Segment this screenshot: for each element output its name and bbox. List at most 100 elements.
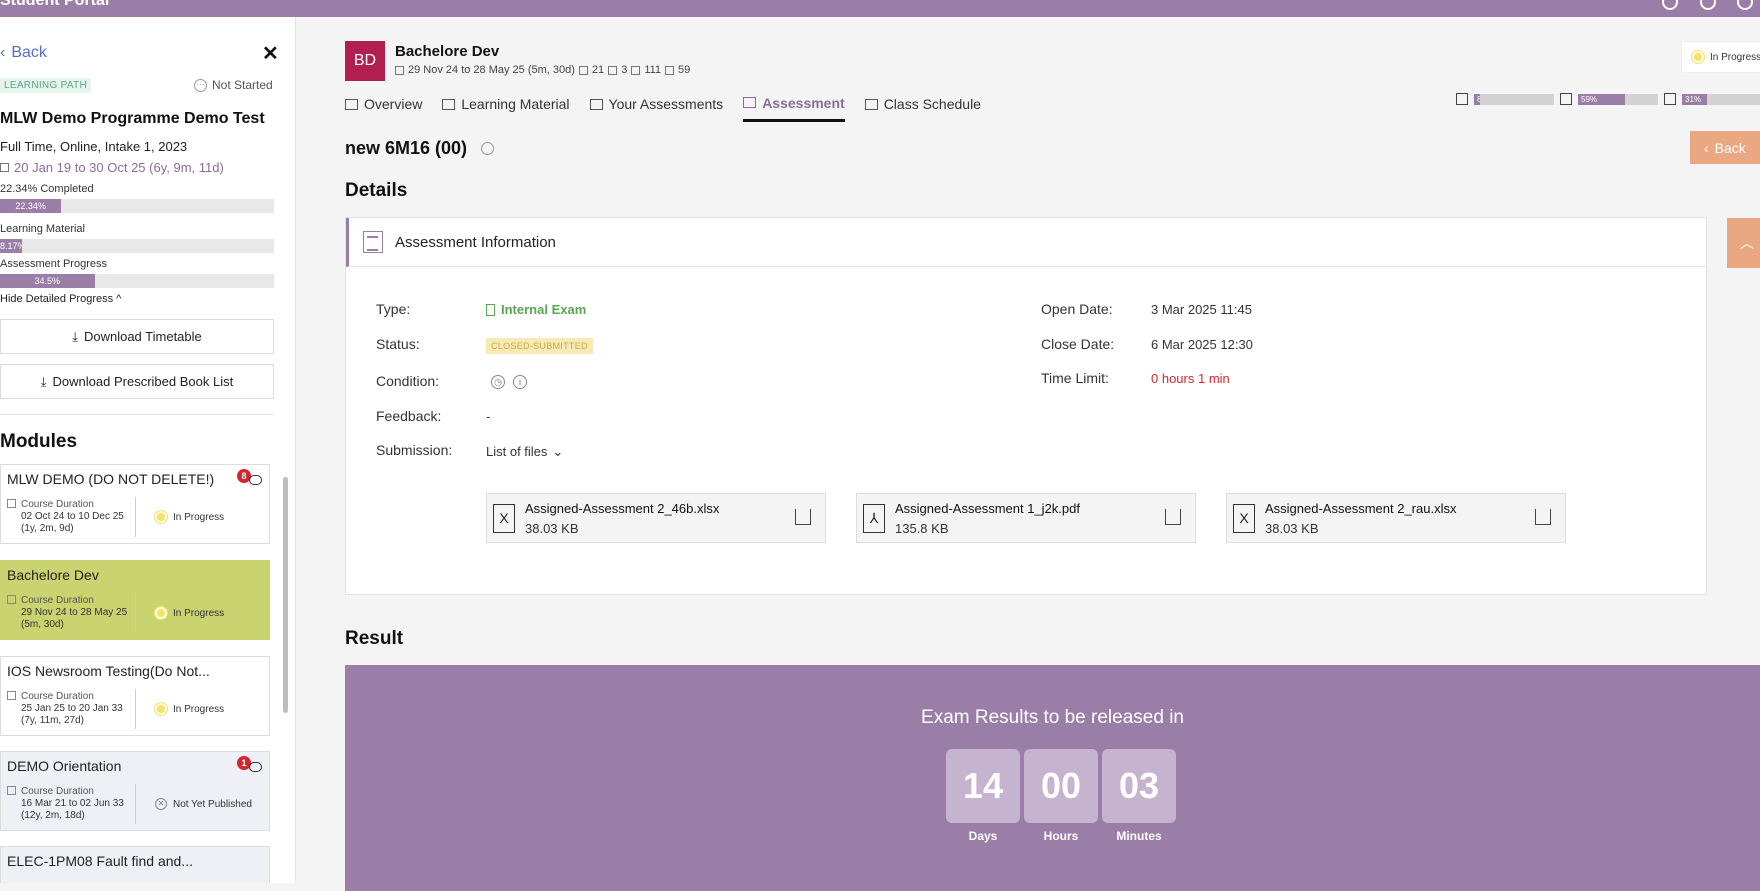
close-sidebar-button[interactable]: ✕ [262,41,279,66]
assessment-progress-bar: 34.5% [0,274,274,288]
result-countdown-title: Exam Results to be released in [921,707,1184,728]
module-title: DEMO Orientation [7,758,122,774]
file-item[interactable]: X Assigned-Assessment 2_rau.xlsx 38.03 K… [1226,493,1566,543]
file-size: 38.03 KB [1265,521,1319,536]
assessment-progress-fill: 34.5% [0,274,95,288]
laptop-icon [864,98,878,110]
chevron-up-icon: ︿ [1740,235,1754,251]
file-name: Assigned-Assessment 1_j2k.pdf [895,501,1080,516]
countdown-hours-label: Hours [1043,829,1079,843]
tab-assessment[interactable]: Assessment [743,92,845,122]
divider [135,593,136,633]
module-title: ELEC-1PM08 Fault find and... [7,853,193,869]
download-icon[interactable] [795,509,811,525]
file-name: Assigned-Assessment 2_46b.xlsx [525,501,720,516]
assessment-title-row: new 6M16 (00) [345,138,495,159]
module-card[interactable]: IOS Newsroom Testing(Do Not... Course Du… [0,656,270,736]
module-title: IOS Newsroom Testing(Do Not... [7,663,210,679]
module-card[interactable]: MLW DEMO (DO NOT DELETE!) 8 Course Durat… [0,464,270,544]
completed-label: 22.34% Completed [0,183,94,195]
result-heading: Result [345,628,404,649]
pdf-file-icon: ⅄ [863,504,885,533]
info-icon[interactable]: i [513,375,527,389]
calendar-icon [7,786,16,795]
programme-subtitle: Full Time, Online, Intake 1, 2023 [0,139,188,154]
help-icon[interactable] [1662,0,1678,10]
learning-material-progress-fill: 8.17% [0,239,23,253]
file-item[interactable]: ⅄ Assigned-Assessment 1_j2k.pdf 135.8 KB [856,493,1196,543]
course-meta: 29 Nov 24 to 28 May 25 (5m, 30d) 21 3 11… [395,64,690,76]
collapse-button[interactable]: ︿ [1727,218,1760,268]
calendar-icon [395,65,404,75]
achievement-progress-bar: 31% [1682,93,1760,105]
module-card[interactable]: ELEC-1PM08 Fault find and... [0,846,270,883]
list-of-files-toggle[interactable]: List of files ⌄ [486,444,563,460]
in-progress-icon [155,511,167,523]
result-countdown-panel: Exam Results to be released in 14 00 03 … [345,665,1760,891]
tab-your-assessments[interactable]: Your Assessments [589,92,723,122]
time-limit-label: Time Limit: [1041,370,1109,386]
chat-icon[interactable] [249,762,262,772]
course-name: Bachelore Dev [395,43,500,60]
assessment-progress-fill: 59% [1578,93,1626,105]
divider [135,784,136,824]
calendar-icon [7,595,16,604]
open-date-value: 3 Mar 2025 11:45 [1151,302,1252,317]
tab-class-schedule[interactable]: Class Schedule [864,92,981,122]
chat-icon[interactable] [249,475,262,485]
in-progress-icon [155,607,167,619]
module-card[interactable]: DEMO Orientation 1 Course Duration 16 Ma… [0,751,270,831]
tab-learning-material[interactable]: Learning Material [442,92,570,122]
status-value: CLOSED-SUBMITTED [486,337,593,354]
module-status: ✕ Not Yet Published [155,798,252,810]
hide-detailed-progress-toggle[interactable]: Hide Detailed Progress ^ [0,293,121,305]
file-item[interactable]: X Assigned-Assessment 2_46b.xlsx 38.03 K… [486,493,826,543]
chevron-down-icon: ⌄ [552,444,564,459]
document-icon [486,303,495,316]
course-avatar: BD [345,41,385,81]
download-icon[interactable] [1165,509,1181,525]
tab-overview[interactable]: Overview [345,92,422,122]
divider [135,689,136,729]
sidebar-scrollbar[interactable] [283,477,288,713]
top-bar: Student Portal [0,0,1760,17]
back-button[interactable]: ‹ Back [1690,131,1760,164]
status-badge: CLOSED-SUBMITTED [486,338,593,354]
download-booklist-button[interactable]: ⤓ Download Prescribed Book List [0,364,274,399]
condition-icons: ◷ i [491,373,535,389]
programme-title: MLW Demo Programme Demo Test [0,110,265,127]
settings-icon[interactable] [1737,0,1753,10]
back-link[interactable]: ‹ Back [0,44,47,62]
module-card-active[interactable]: Bachelore Dev Course Duration 29 Nov 24 … [0,560,270,640]
condition-label: Condition: [376,373,440,389]
checklist-icon [363,231,383,253]
clock-icon[interactable]: ◷ [491,375,505,389]
download-timetable-button[interactable]: ⤓ Download Timetable [0,319,274,354]
books-icon [1456,93,1468,105]
module-title: MLW DEMO (DO NOT DELETE!) [7,471,215,487]
course-duration-label: Course Duration [21,499,94,510]
module-status: In Progress [155,511,224,523]
assessment-icon [743,97,757,108]
module-title: Bachelore Dev [7,567,99,583]
calendar-icon [0,163,9,172]
module-dates: 25 Jan 25 to 20 Jan 33 (7y, 11m, 27d) [21,703,123,726]
list-icon [665,65,675,75]
download-icon: ⤓ [72,328,78,344]
module-status: In Progress [155,607,224,619]
in-progress-icon [1692,51,1704,63]
calendar-icon [7,691,16,700]
course-duration-label: Course Duration [21,786,94,797]
download-icon[interactable] [1535,509,1551,525]
trophy-icon [1664,93,1676,105]
learning-material-label: Learning Material [0,223,85,235]
assessment-info-header: Assessment Information [346,218,1706,267]
not-published-icon: ✕ [155,798,167,810]
feedback-value: - [486,409,491,424]
bell-icon[interactable] [1700,0,1716,10]
submission-label: Submission: [376,442,453,458]
close-date-value: 6 Mar 2025 12:30 [1151,337,1253,352]
sidebar: ‹ Back ✕ LEARNING PATH ··· Not Started MLW… [0,17,296,883]
countdown-hours: 00 [1024,749,1098,823]
download-icon: ⤓ [40,373,47,389]
